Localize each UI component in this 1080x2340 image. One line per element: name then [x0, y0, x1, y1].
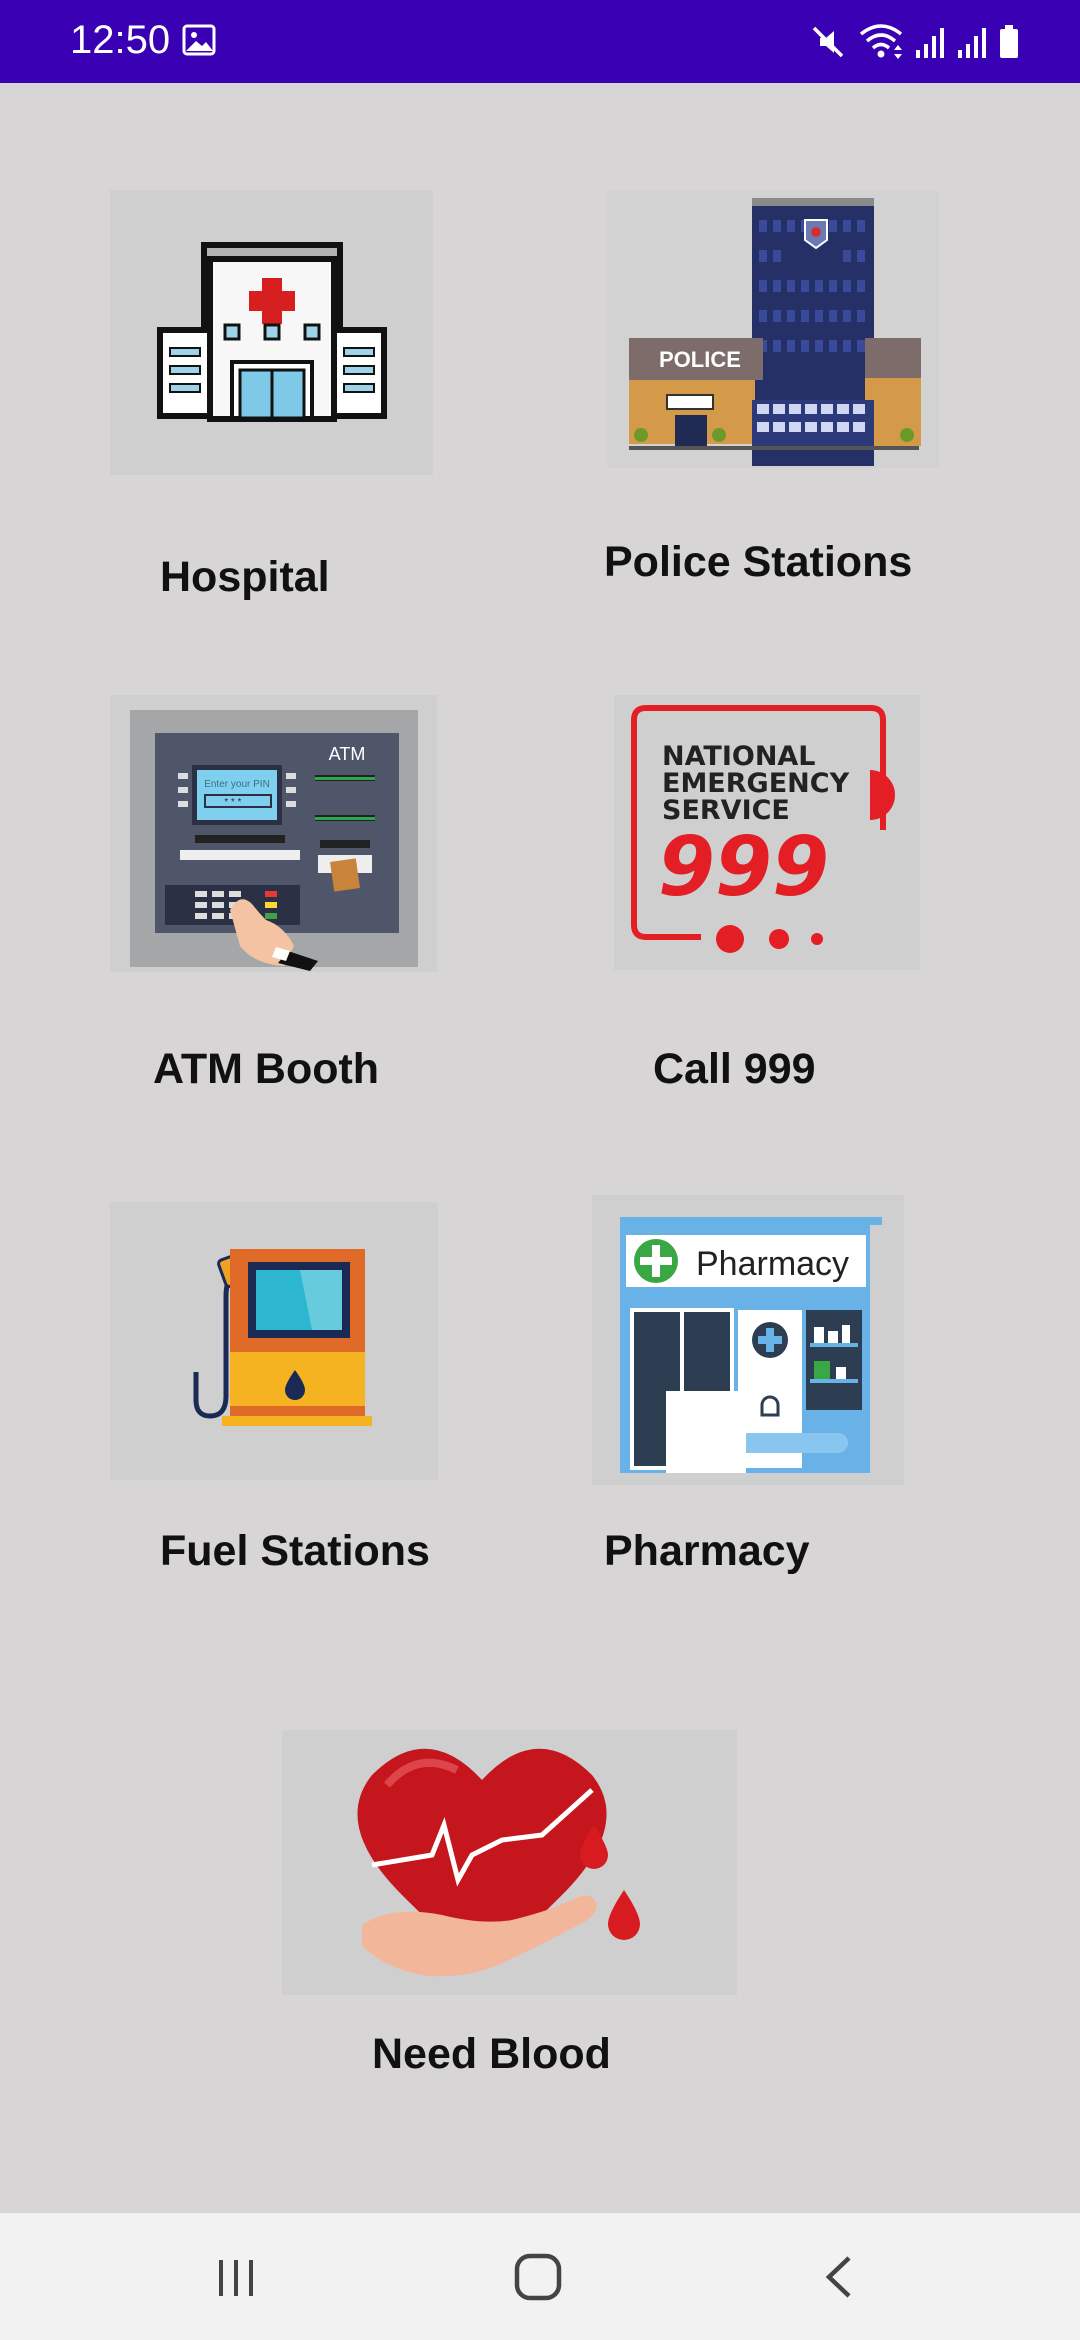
atm-machine-icon[interactable]: Enter your PIN * * * _ ATM: [110, 695, 437, 972]
status-time: 12:50: [70, 18, 171, 62]
status-bar: 12:50: [0, 0, 1080, 83]
recent-apps-icon[interactable]: [196, 2245, 276, 2309]
service-label[interactable]: Police Stations: [604, 538, 912, 587]
battery-icon: [998, 22, 1020, 62]
fuel-pump-icon[interactable]: [110, 1202, 438, 1480]
navigation-bar: [0, 2213, 1080, 2340]
wifi-icon: [858, 22, 904, 62]
pharmacy-store-icon[interactable]: Pharmacy: [592, 1195, 904, 1485]
service-label[interactable]: Call 999: [653, 1045, 816, 1094]
emergency-999-icon[interactable]: NATIONAL EMERGENCY SERVICE 999: [614, 695, 920, 970]
police-sign-text: POLICE: [659, 347, 741, 372]
hospital-building-icon[interactable]: [110, 190, 433, 475]
service-label[interactable]: Hospital: [160, 553, 330, 602]
pharmacy-sign-text: Pharmacy: [696, 1245, 849, 1283]
home-icon[interactable]: [498, 2245, 578, 2309]
atm-sign-text: ATM: [329, 744, 366, 764]
back-icon[interactable]: [800, 2245, 880, 2309]
service-label[interactable]: Fuel Stations: [160, 1527, 430, 1576]
signal-icon: [956, 22, 988, 62]
atm-screen-text: Enter your PIN: [204, 779, 270, 790]
gallery-icon: [182, 24, 216, 56]
service-label[interactable]: Pharmacy: [604, 1527, 810, 1576]
service-label[interactable]: Need Blood: [372, 2030, 611, 2079]
emergency-number: 999: [658, 820, 829, 915]
police-station-icon[interactable]: POLICE: [607, 190, 939, 468]
atm-pin-mask: * * * _: [224, 797, 250, 808]
blood-donation-icon[interactable]: [282, 1730, 737, 1995]
service-label[interactable]: ATM Booth: [153, 1045, 379, 1094]
signal-icon: [914, 22, 946, 62]
mute-icon: [808, 22, 848, 62]
